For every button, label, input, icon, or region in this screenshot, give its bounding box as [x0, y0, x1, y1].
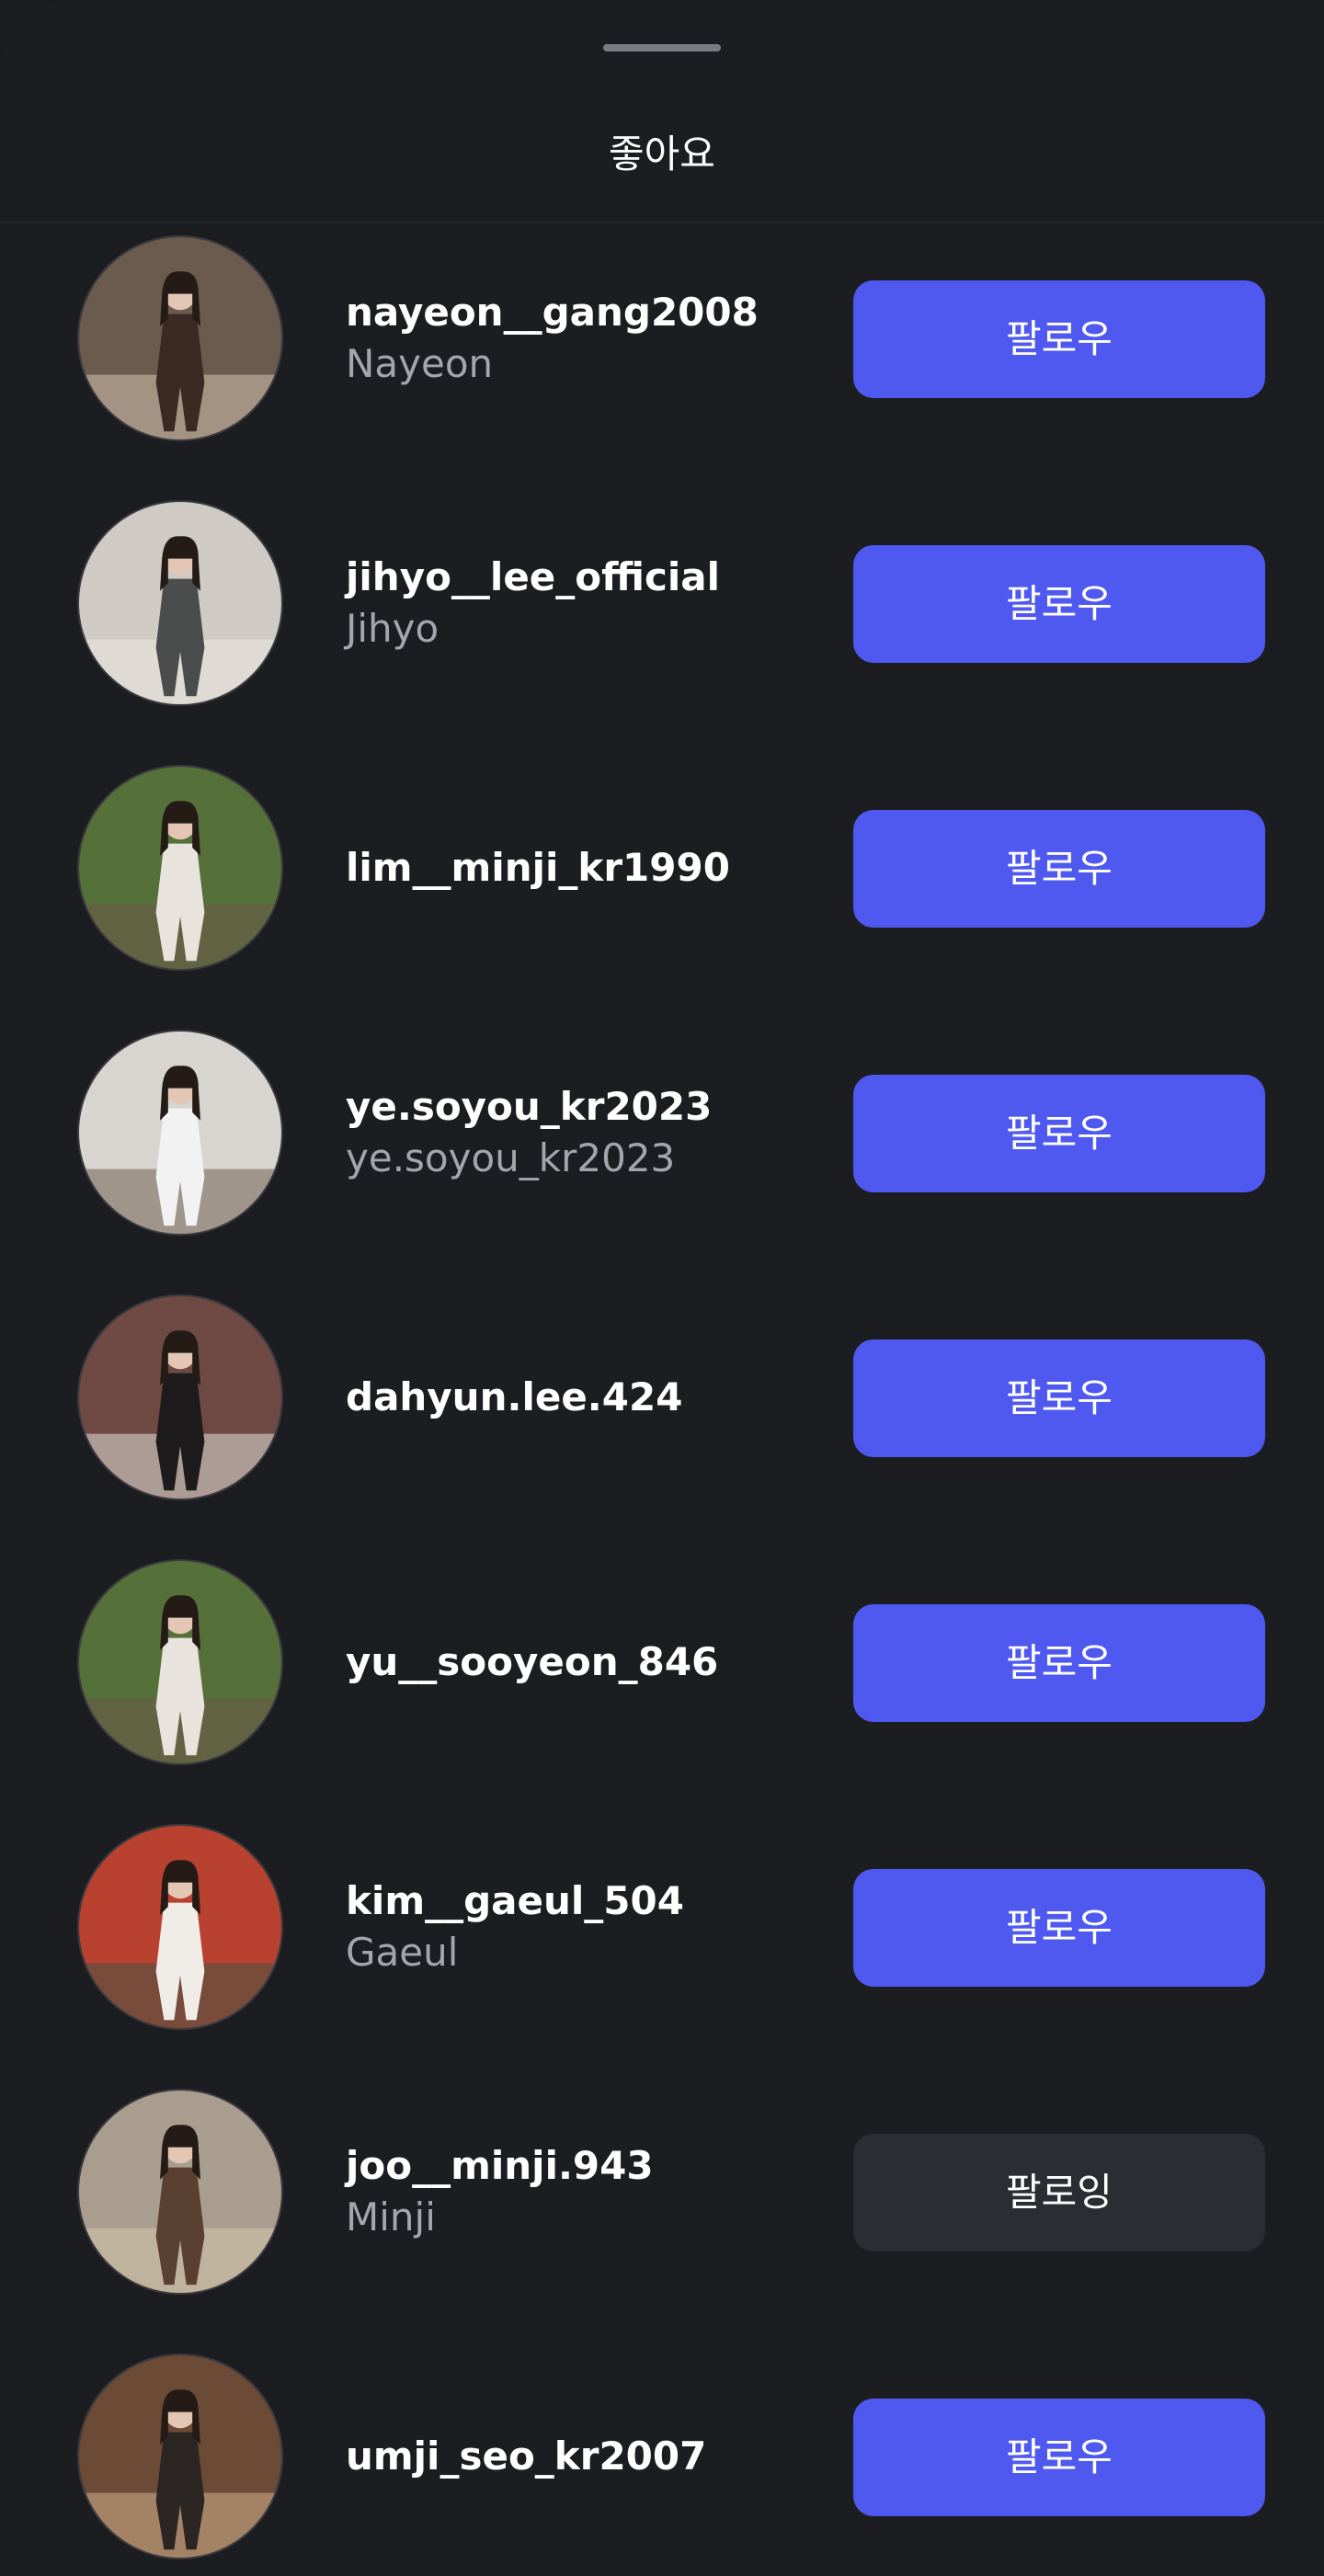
- user-names[interactable]: yu__sooyeon_846: [346, 1636, 824, 1688]
- following-button[interactable]: 팔로잉: [853, 2134, 1265, 2251]
- follow-button[interactable]: 팔로우: [853, 280, 1265, 398]
- user-names[interactable]: ye.soyou_kr2023 ye.soyou_kr2023: [346, 1081, 824, 1184]
- username[interactable]: ye.soyou_kr2023: [346, 1081, 824, 1133]
- list-item[interactable]: lim__minji_kr1990 팔로우: [0, 753, 1324, 1018]
- display-name: Nayeon: [346, 341, 494, 386]
- follow-button[interactable]: 팔로우: [853, 1604, 1265, 1722]
- display-name: Minji: [346, 2194, 436, 2240]
- list-item[interactable]: ye.soyou_kr2023 ye.soyou_kr2023 팔로우: [0, 1018, 1324, 1282]
- avatar[interactable]: [77, 1030, 283, 1236]
- follow-button[interactable]: 팔로우: [853, 1869, 1265, 1987]
- user-names[interactable]: nayeon__gang2008 Nayeon: [346, 287, 824, 390]
- user-names[interactable]: kim__gaeul_504 Gaeul: [346, 1875, 824, 1978]
- display-name: Gaeul: [346, 1930, 459, 1975]
- avatar[interactable]: [77, 1294, 283, 1500]
- username[interactable]: kim__gaeul_504: [346, 1875, 824, 1927]
- username[interactable]: jihyo__lee_official: [346, 552, 824, 603]
- avatar[interactable]: [77, 2089, 283, 2295]
- username[interactable]: dahyun.lee.424: [346, 1372, 824, 1423]
- user-names[interactable]: joo__minji.943 Minji: [346, 2140, 824, 2243]
- avatar[interactable]: [77, 765, 283, 971]
- user-names[interactable]: jihyo__lee_official Jihyo: [346, 552, 824, 655]
- username[interactable]: umji_seo_kr2007: [346, 2431, 824, 2482]
- username[interactable]: yu__sooyeon_846: [346, 1636, 824, 1688]
- follow-button[interactable]: 팔로우: [853, 810, 1265, 928]
- follow-button[interactable]: 팔로우: [853, 1339, 1265, 1457]
- username[interactable]: nayeon__gang2008: [346, 287, 824, 338]
- follow-button[interactable]: 팔로우: [853, 1075, 1265, 1192]
- display-name: Jihyo: [346, 606, 439, 651]
- list-item[interactable]: nayeon__gang2008 Nayeon 팔로우: [0, 223, 1324, 488]
- sheet-title: 좋아요: [609, 131, 715, 177]
- display-name: ye.soyou_kr2023: [346, 1135, 676, 1180]
- user-names[interactable]: lim__minji_kr1990: [346, 842, 824, 894]
- likes-bottom-sheet: 좋아요 nayeon__gang2008 Nayeon 팔로우 jihyo__lee_…: [0, 0, 1324, 2576]
- avatar[interactable]: [77, 2354, 283, 2559]
- user-names[interactable]: dahyun.lee.424: [346, 1372, 824, 1423]
- list-item[interactable]: umji_seo_kr2007 팔로우: [0, 2342, 1324, 2576]
- list-item[interactable]: joo__minji.943 Minji 팔로잉: [0, 2077, 1324, 2342]
- list-item[interactable]: jihyo__lee_official Jihyo 팔로우: [0, 488, 1324, 753]
- username[interactable]: joo__minji.943: [346, 2140, 824, 2192]
- username[interactable]: lim__minji_kr1990: [346, 842, 824, 894]
- avatar[interactable]: [77, 235, 283, 441]
- avatar[interactable]: [77, 500, 283, 706]
- user-names[interactable]: umji_seo_kr2007: [346, 2431, 824, 2482]
- follow-button[interactable]: 팔로우: [853, 545, 1265, 663]
- list-item[interactable]: dahyun.lee.424 팔로우: [0, 1282, 1324, 1547]
- list-item[interactable]: kim__gaeul_504 Gaeul 팔로우: [0, 1812, 1324, 2077]
- list-item[interactable]: yu__sooyeon_846 팔로우: [0, 1547, 1324, 1812]
- drag-handle[interactable]: [603, 44, 721, 51]
- follow-button[interactable]: 팔로우: [853, 2399, 1265, 2516]
- avatar[interactable]: [77, 1824, 283, 2030]
- avatar[interactable]: [77, 1559, 283, 1765]
